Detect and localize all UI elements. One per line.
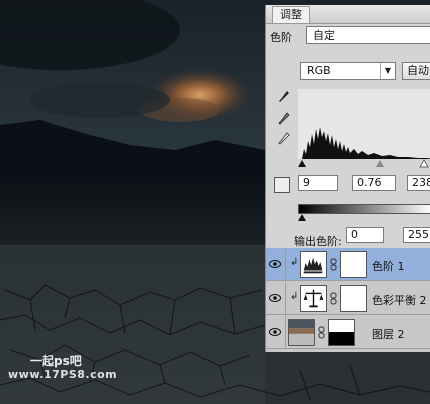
- clip-warning-icon[interactable]: [274, 177, 290, 193]
- input-gamma-slider: [376, 160, 384, 167]
- watermark-url: www.17PS8.com: [8, 368, 118, 381]
- auto-button[interactable]: 自动: [402, 62, 430, 80]
- layer-name[interactable]: 图层 2: [372, 326, 405, 342]
- input-gamma-field[interactable]: 0.76: [352, 175, 396, 191]
- row-divider: [285, 248, 286, 281]
- preset-select[interactable]: 自定: [306, 26, 430, 44]
- output-white-field[interactable]: 255: [403, 227, 430, 243]
- layer-name[interactable]: 色阶 1: [372, 258, 405, 274]
- levels-thumbnail-icon[interactable]: [300, 251, 327, 278]
- input-black-field[interactable]: 9: [298, 175, 338, 191]
- clip-arrow-icon: ↲: [290, 291, 299, 302]
- clip-arrow-icon: ↲: [290, 257, 299, 268]
- preset-label: 色阶: [270, 31, 292, 44]
- input-black-slider: [298, 160, 306, 167]
- layer-mask-thumbnail[interactable]: [340, 285, 367, 312]
- layer-mask-thumbnail[interactable]: [328, 319, 355, 346]
- layer-mask-thumbnail[interactable]: [340, 251, 367, 278]
- color-balance-thumbnail-icon[interactable]: [300, 285, 327, 312]
- layer-row-image[interactable]: 图层 2: [266, 316, 430, 349]
- output-sliders[interactable]: [298, 213, 430, 223]
- input-white-slider: [419, 159, 429, 168]
- link-icon[interactable]: [330, 292, 337, 305]
- gray-eyedropper-icon[interactable]: [278, 112, 290, 126]
- row-divider: [285, 316, 286, 349]
- output-black-slider: [298, 214, 306, 221]
- eye-icon[interactable]: [269, 258, 281, 270]
- row-divider: [285, 282, 286, 315]
- input-sliders[interactable]: [298, 158, 430, 168]
- adjustments-panel: 调整 色阶 自定 RGB ▼ 自动 9 0.76 238 输出色阶: 0 255: [265, 5, 430, 248]
- link-icon[interactable]: [330, 258, 337, 271]
- layers-panel: ↲ 色阶 1 ↲ 色彩平衡 2 图层 2: [265, 248, 430, 352]
- channel-select[interactable]: RGB ▼: [300, 62, 396, 80]
- link-icon[interactable]: [318, 326, 325, 339]
- layer-image-thumbnail[interactable]: [288, 319, 315, 346]
- watermark-text: 一起ps吧: [30, 354, 82, 368]
- input-white-field[interactable]: 238: [407, 175, 430, 191]
- output-levels-label: 输出色阶:: [294, 235, 342, 248]
- channel-value: RGB: [307, 64, 331, 77]
- black-eyedropper-icon[interactable]: [278, 90, 290, 104]
- tab-adjustments[interactable]: 调整: [272, 6, 310, 23]
- eye-icon[interactable]: [269, 326, 281, 338]
- chevron-down-icon[interactable]: ▼: [380, 63, 395, 79]
- layer-name[interactable]: 色彩平衡 2: [372, 292, 427, 308]
- layer-row-color-balance[interactable]: ↲ 色彩平衡 2: [266, 282, 430, 315]
- layer-row-levels[interactable]: ↲ 色阶 1: [266, 248, 430, 281]
- eye-icon[interactable]: [269, 292, 281, 304]
- output-black-field[interactable]: 0: [346, 227, 384, 243]
- histogram: [298, 89, 430, 159]
- panel-titlebar: 调整: [266, 5, 430, 24]
- white-eyedropper-icon[interactable]: [278, 132, 290, 146]
